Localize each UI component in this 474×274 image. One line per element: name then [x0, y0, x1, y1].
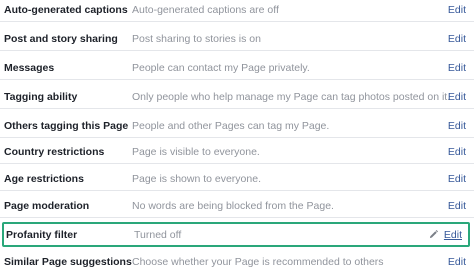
edit-link[interactable]: Edit	[448, 62, 466, 74]
setting-row-auto-generated-captions: Auto-generated captions Auto-generated c…	[0, 0, 474, 22]
setting-row-country-restrictions: Country restrictions Page is visible to …	[0, 140, 474, 164]
setting-row-similar-page-suggestions: Similar Page suggestions Choose whether …	[0, 250, 474, 274]
edit-link[interactable]: Edit	[448, 200, 466, 212]
setting-label: Age restrictions	[4, 172, 84, 185]
setting-label: Post and story sharing	[4, 32, 118, 45]
setting-row-post-and-story-sharing: Post and story sharing Post sharing to s…	[0, 27, 474, 51]
edit-link[interactable]: Edit	[448, 173, 466, 185]
setting-value: Page is shown to everyone.	[132, 172, 261, 185]
setting-label: Page moderation	[4, 199, 90, 212]
setting-value: Turned off	[134, 228, 182, 241]
setting-label: Country restrictions	[4, 145, 105, 158]
setting-row-others-tagging: Others tagging this Page People and othe…	[0, 114, 474, 138]
page-settings-list: Auto-generated captions Auto-generated c…	[0, 0, 474, 274]
setting-row-profanity-filter: Profanity filter Turned off Edit	[2, 222, 470, 247]
setting-value: Post sharing to stories is on	[132, 32, 261, 45]
setting-row-messages: Messages People can contact my Page priv…	[0, 56, 474, 80]
edit-link[interactable]: Edit	[448, 91, 466, 103]
setting-value: Only people who help manage my Page can …	[132, 90, 451, 103]
setting-label: Others tagging this Page	[4, 119, 129, 132]
edit-link[interactable]: Edit	[448, 120, 466, 132]
setting-value: People and other Pages can tag my Page.	[132, 119, 330, 132]
setting-value: Choose whether your Page is recommended …	[132, 256, 384, 268]
pencil-icon[interactable]	[429, 230, 438, 239]
setting-value: No words are being blocked from the Page…	[132, 199, 334, 212]
setting-label: Tagging ability	[4, 90, 78, 103]
setting-label: Profanity filter	[6, 228, 78, 241]
setting-row-age-restrictions: Age restrictions Page is shown to everyo…	[0, 167, 474, 191]
setting-label: Auto-generated captions	[4, 3, 128, 16]
setting-value: Auto-generated captions are off	[132, 3, 279, 16]
setting-value: People can contact my Page privately.	[132, 61, 310, 74]
setting-row-page-moderation: Page moderation No words are being block…	[0, 194, 474, 218]
edit-link[interactable]: Edit	[448, 256, 466, 268]
edit-link[interactable]: Edit	[448, 146, 466, 158]
edit-link[interactable]: Edit	[448, 33, 466, 45]
edit-link[interactable]: Edit	[448, 4, 466, 16]
setting-value: Page is visible to everyone.	[132, 145, 260, 158]
setting-row-tagging-ability: Tagging ability Only people who help man…	[0, 85, 474, 109]
edit-link[interactable]: Edit	[444, 229, 462, 241]
setting-label: Messages	[4, 61, 55, 74]
setting-label: Similar Page suggestions	[4, 256, 132, 268]
